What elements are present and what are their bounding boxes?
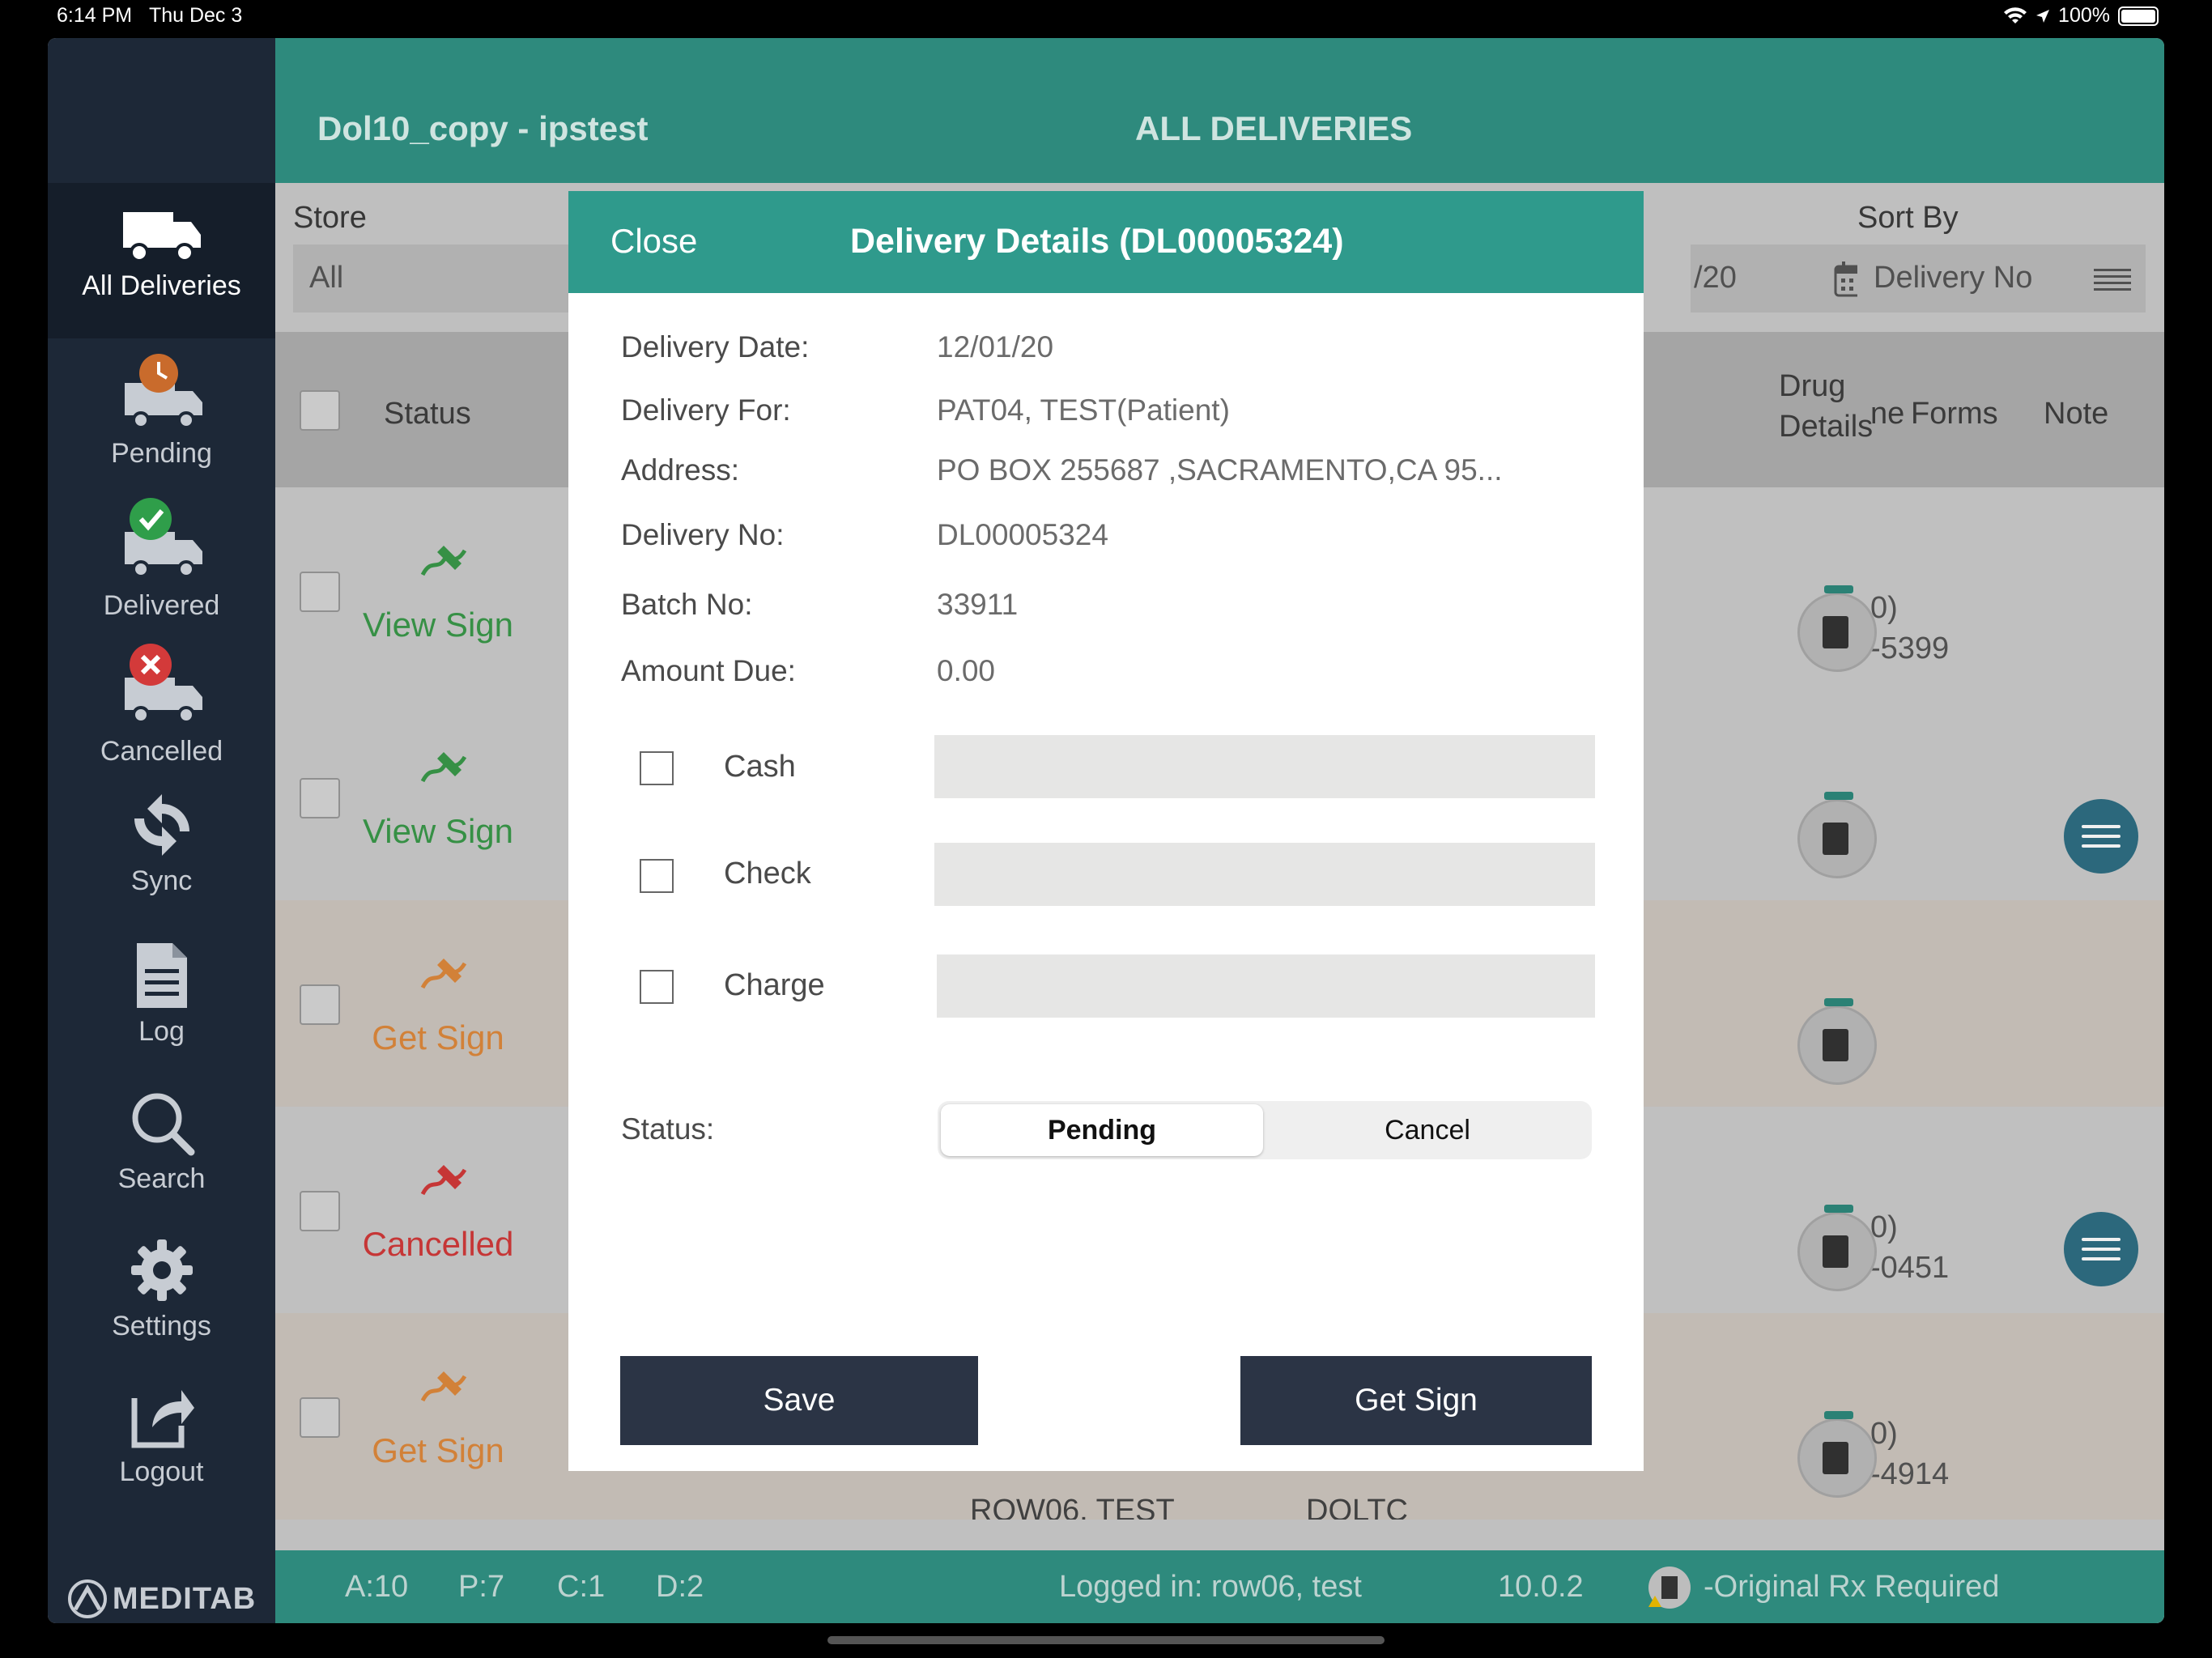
sidebar-item-label: Log: [138, 1016, 185, 1047]
sidebar-item-log[interactable]: Log: [48, 942, 275, 1079]
delivery-for-value: PAT04, TEST(Patient): [937, 393, 1230, 427]
status-segmented-control: Pending Cancel: [938, 1101, 1592, 1159]
charge-label: Charge: [724, 968, 825, 1002]
sidebar-item-all-deliveries[interactable]: All Deliveries: [48, 183, 275, 338]
delivery-date-label: Delivery Date:: [621, 330, 810, 363]
log-icon: [136, 943, 187, 1008]
delivery-no-label: Delivery No:: [621, 518, 785, 551]
cash-label: Cash: [724, 750, 796, 784]
status-time: 6:14 PM Thu Dec 3: [57, 4, 242, 28]
sidebar-item-label: Logout: [119, 1456, 204, 1487]
sidebar-item-sync[interactable]: Sync: [48, 791, 275, 929]
address-value: PO BOX 255687 ,SACRAMENTO,CA 95...: [937, 453, 1503, 487]
sidebar-item-logout[interactable]: Logout: [48, 1382, 275, 1520]
status-right: 100%: [2003, 4, 2159, 28]
cash-checkbox[interactable]: [640, 751, 674, 785]
sidebar-item-label: All Deliveries: [82, 270, 241, 301]
status-footer: A:10 P:7 C:1 D:2 Logged in: row06, test …: [275, 1550, 2164, 1623]
gear-icon: [130, 1239, 193, 1301]
count-p: P:7: [458, 1570, 505, 1604]
sidebar-item-cancelled[interactable]: Cancelled: [48, 634, 275, 780]
close-button[interactable]: Close: [610, 222, 697, 261]
modal-title: Delivery Details (DL00005324): [850, 222, 1344, 261]
amount-due-value: 0.00: [937, 654, 996, 687]
status-option-pending[interactable]: Pending: [941, 1104, 1263, 1156]
delivered-truck-icon: [124, 498, 202, 578]
amount-due-label: Amount Due:: [621, 654, 796, 687]
save-button[interactable]: Save: [620, 1356, 978, 1445]
batch-no-label: Batch No:: [621, 588, 753, 621]
top-header: Dol10_copy - ipstest ALL DELIVERIES: [275, 38, 2164, 183]
get-sign-button[interactable]: Get Sign: [1240, 1356, 1592, 1445]
sidebar: All Deliveries Pending Delivered Cancell…: [48, 38, 275, 1623]
check-label: Check: [724, 857, 811, 891]
logged-in-text: Logged in: row06, test: [1059, 1570, 1362, 1604]
check-amount-input[interactable]: [934, 843, 1595, 906]
cash-amount-input[interactable]: [934, 735, 1595, 798]
sidebar-item-delivered[interactable]: Delivered: [48, 488, 275, 634]
delivery-no-value: DL00005324: [937, 518, 1108, 551]
status-label: Status:: [621, 1112, 715, 1146]
truck-icon: [122, 212, 201, 262]
check-checkbox[interactable]: [640, 859, 674, 893]
version-text: 10.0.2: [1498, 1570, 1584, 1604]
sidebar-item-label: Settings: [112, 1311, 211, 1341]
charge-checkbox[interactable]: [640, 970, 674, 1004]
ios-status-bar: 6:14 PM Thu Dec 3 100%: [0, 0, 2212, 34]
delivery-date-value: 12/01/20: [937, 330, 1054, 363]
sync-icon: [134, 794, 189, 856]
pending-truck-icon: [124, 354, 202, 429]
batch-no-value: 33911: [937, 588, 1019, 621]
modal-header: Close Delivery Details (DL00005324): [568, 191, 1644, 293]
meditab-logo: MEDITAB: [48, 1575, 275, 1623]
logout-icon: [131, 1390, 194, 1448]
sidebar-item-search[interactable]: Search: [48, 1089, 275, 1226]
sidebar-item-label: Sync: [130, 865, 193, 896]
sidebar-item-pending[interactable]: Pending: [48, 339, 275, 485]
sidebar-item-label: Pending: [111, 438, 212, 469]
time-text: 6:14 PM: [57, 4, 133, 27]
logo-text: MEDITAB: [112, 1581, 257, 1616]
count-c: C:1: [557, 1570, 606, 1604]
home-indicator[interactable]: [827, 1636, 1385, 1644]
count-d: D:2: [656, 1570, 704, 1604]
original-rx-legend: -Original Rx Required: [1704, 1570, 2000, 1604]
sidebar-item-settings[interactable]: Settings: [48, 1236, 275, 1374]
app-title: Dol10_copy - ipstest: [317, 109, 649, 147]
sidebar-item-label: Cancelled: [100, 736, 223, 767]
meditab-logo-icon: [67, 1579, 107, 1618]
status-option-cancel[interactable]: Cancel: [1266, 1104, 1589, 1156]
address-label: Address:: [621, 453, 740, 487]
charge-amount-input[interactable]: [937, 954, 1595, 1018]
battery-icon: [2118, 6, 2159, 26]
location-icon: [2036, 9, 2050, 23]
sidebar-item-label: Search: [117, 1163, 206, 1194]
cancelled-truck-icon: [124, 644, 202, 724]
delivery-details-modal: Close Delivery Details (DL00005324) Deli…: [568, 191, 1644, 1471]
delivery-for-label: Delivery For:: [621, 393, 791, 427]
original-rx-icon: [1648, 1567, 1691, 1609]
wifi-icon: [2004, 6, 2027, 23]
count-a: A:10: [345, 1570, 409, 1604]
date-text: Thu Dec 3: [148, 4, 243, 27]
page-title: ALL DELIVERIES: [1135, 109, 1413, 147]
search-icon: [132, 1093, 194, 1156]
sidebar-item-label: Delivered: [103, 590, 220, 621]
battery-text: 100%: [2058, 4, 2110, 27]
